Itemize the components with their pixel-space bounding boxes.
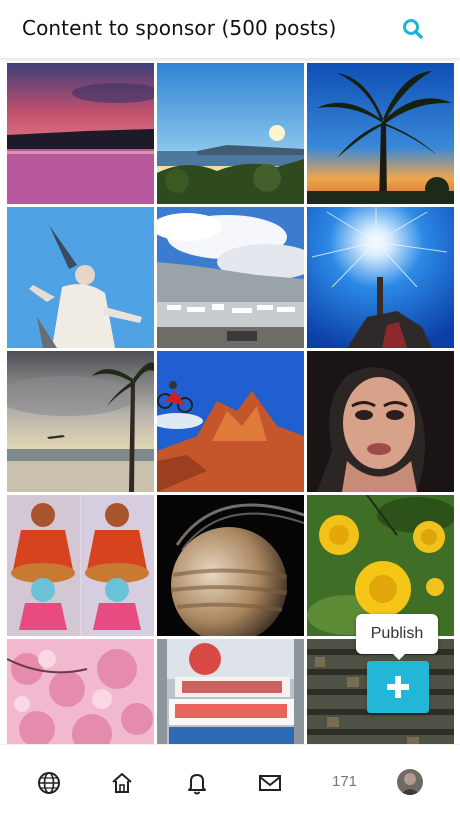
beach-palm-plane-photo[interactable]: [7, 351, 154, 492]
plus-icon: [387, 676, 409, 698]
bottom-nav: 171: [0, 744, 460, 819]
points-count: 171: [332, 773, 358, 790]
statue-sky-photo[interactable]: [7, 207, 154, 348]
sunset-bay-photo[interactable]: [7, 63, 154, 204]
bell-icon[interactable]: [183, 769, 211, 797]
publish-tooltip: Publish: [356, 614, 438, 660]
home-icon[interactable]: [108, 769, 136, 797]
mail-icon[interactable]: [256, 769, 284, 797]
page-title: Content to sponsor (500 posts): [22, 16, 337, 40]
jupiter-planet-photo[interactable]: [157, 495, 304, 636]
motocross-rocks-photo[interactable]: [157, 351, 304, 492]
sunburst-tower-photo[interactable]: [307, 207, 454, 348]
globe-icon[interactable]: [35, 769, 63, 797]
app-header: Content to sponsor (500 posts): [0, 0, 460, 58]
harbor-clouds-photo[interactable]: [157, 207, 304, 348]
portrait-woman-photo[interactable]: [307, 351, 454, 492]
avatar[interactable]: [397, 769, 423, 795]
publish-button[interactable]: [367, 661, 429, 713]
palm-sunset-photo[interactable]: [307, 63, 454, 204]
buddha-collage-photo[interactable]: [7, 495, 154, 636]
search-icon[interactable]: [400, 16, 426, 42]
coast-sunset-photo[interactable]: [157, 63, 304, 204]
